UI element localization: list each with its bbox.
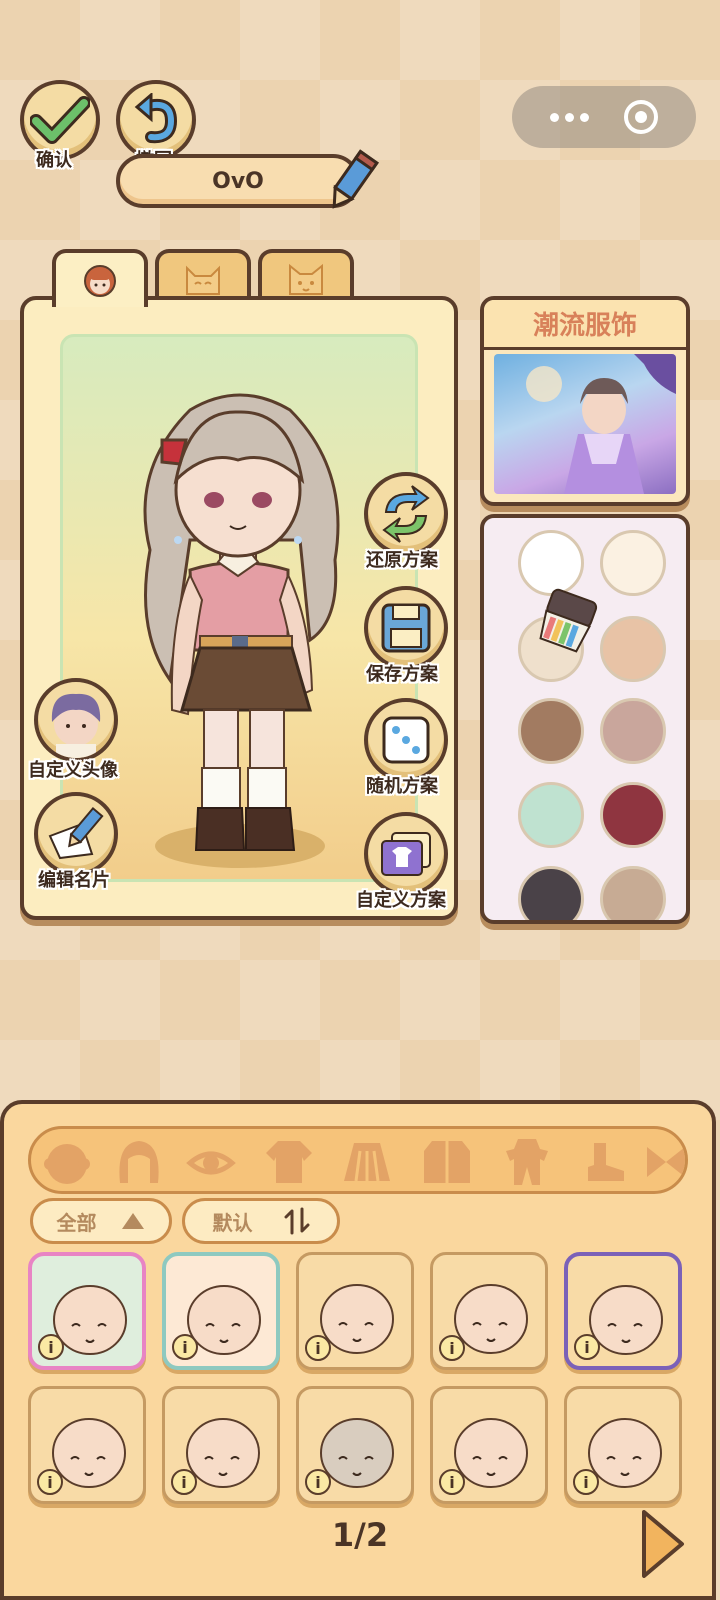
info-icon[interactable]: i	[574, 1334, 600, 1360]
face-item-5[interactable]: i	[564, 1252, 682, 1370]
trend-illustration	[526, 354, 676, 494]
category-bar	[28, 1126, 688, 1194]
floppy-disk-icon	[381, 603, 431, 653]
face-item-7[interactable]: i	[162, 1386, 280, 1504]
filter-all-label: 全部	[56, 1210, 97, 1235]
info-icon[interactable]: i	[38, 1334, 64, 1360]
next-page-icon[interactable]	[638, 1508, 686, 1578]
color-swatch-6[interactable]	[600, 698, 666, 764]
bow-icon	[647, 1147, 685, 1177]
color-swatch-10[interactable]	[600, 866, 666, 920]
color-brush-icon[interactable]	[528, 588, 604, 654]
info-icon[interactable]: i	[439, 1469, 465, 1495]
custom-scheme-label: 自定义方案	[356, 890, 446, 911]
miniprogram-capsule	[512, 86, 696, 148]
category-outfit[interactable]	[497, 1135, 557, 1189]
save-label: 保存方案	[366, 664, 438, 685]
face-item-1[interactable]: i	[28, 1252, 146, 1370]
info-icon[interactable]: i	[439, 1335, 465, 1361]
sort-button[interactable]: 默认	[182, 1198, 340, 1244]
pencil-icon[interactable]	[324, 148, 380, 214]
skirt-icon	[344, 1143, 390, 1182]
category-accessory[interactable]	[641, 1135, 685, 1189]
category-shoes[interactable]	[575, 1135, 635, 1189]
color-swatch-1[interactable]	[518, 530, 584, 596]
info-icon[interactable]: i	[172, 1334, 198, 1360]
hair-icon	[119, 1141, 159, 1183]
face-item-8[interactable]: i	[296, 1386, 414, 1504]
custom-avatar-label: 自定义头像	[28, 760, 118, 781]
custom-scheme-button[interactable]	[364, 812, 448, 896]
sort-icon	[284, 1207, 309, 1235]
info-icon[interactable]: i	[171, 1469, 197, 1495]
trend-outfit-panel[interactable]: 潮流服饰	[480, 296, 690, 506]
dog-icon	[289, 263, 323, 295]
custom-avatar-button[interactable]	[34, 678, 118, 762]
trend-title: 潮流服饰	[484, 300, 686, 350]
triangle-up-icon	[121, 1213, 144, 1229]
top-icon	[266, 1141, 312, 1183]
edit-card-button[interactable]	[34, 792, 118, 876]
page-indicator: 1/2	[331, 1516, 389, 1554]
category-face[interactable]	[37, 1135, 97, 1189]
edit-card-icon	[48, 806, 104, 860]
trend-outfit-image[interactable]	[494, 354, 676, 494]
outfit-icon	[506, 1139, 548, 1185]
undo-icon	[134, 93, 178, 144]
shoe-icon	[588, 1143, 624, 1181]
info-icon[interactable]: i	[573, 1469, 599, 1495]
eye-icon	[186, 1151, 236, 1175]
color-swatch-8[interactable]	[600, 782, 666, 848]
face-item-4[interactable]: i	[430, 1252, 548, 1370]
cards-icon	[381, 832, 431, 876]
info-icon[interactable]: i	[305, 1335, 331, 1361]
color-swatch-4[interactable]	[600, 616, 666, 682]
tab-pet-1[interactable]	[155, 249, 251, 303]
tab-character[interactable]	[52, 249, 148, 307]
restore-button[interactable]	[364, 472, 448, 556]
anger-mark-icon	[160, 438, 188, 466]
coat-icon	[424, 1141, 470, 1183]
more-icon[interactable]	[549, 112, 589, 122]
color-swatch-5[interactable]	[518, 698, 584, 764]
refresh-icon	[382, 485, 430, 543]
cat-icon	[186, 265, 220, 295]
close-circle-icon[interactable]	[624, 100, 659, 134]
face-item-9[interactable]: i	[430, 1386, 548, 1504]
color-swatch-7[interactable]	[518, 782, 584, 848]
face-item-6[interactable]: i	[28, 1386, 146, 1504]
face-item-3[interactable]: i	[296, 1252, 414, 1370]
confirm-label: 确认	[36, 150, 72, 171]
color-palette	[480, 514, 690, 924]
dice-icon	[382, 716, 430, 764]
tab-pet-2[interactable]	[258, 249, 354, 303]
color-swatch-2[interactable]	[600, 530, 666, 596]
character-avatar[interactable]	[110, 380, 370, 880]
filter-all-button[interactable]: 全部	[30, 1198, 172, 1244]
face-icon	[44, 1144, 90, 1184]
name-value: OvO	[212, 168, 264, 194]
edit-card-label: 编辑名片	[38, 870, 110, 891]
category-top[interactable]	[259, 1135, 319, 1189]
color-swatch-9[interactable]	[518, 866, 584, 920]
face-item-2[interactable]: i	[162, 1252, 280, 1370]
restore-label: 还原方案	[366, 550, 438, 571]
random-button[interactable]	[364, 698, 448, 782]
category-hair[interactable]	[109, 1135, 169, 1189]
info-icon[interactable]: i	[37, 1469, 63, 1495]
info-icon[interactable]: i	[305, 1469, 331, 1495]
category-eyes[interactable]	[181, 1135, 241, 1189]
avatar	[51, 693, 101, 758]
random-label: 随机方案	[366, 776, 438, 797]
check-icon	[30, 96, 90, 144]
category-coat[interactable]	[417, 1135, 477, 1189]
category-skirt[interactable]	[337, 1135, 397, 1189]
save-button[interactable]	[364, 586, 448, 670]
sort-label: 默认	[212, 1210, 253, 1235]
girl-face-icon	[84, 265, 116, 297]
face-item-10[interactable]: i	[564, 1386, 682, 1504]
